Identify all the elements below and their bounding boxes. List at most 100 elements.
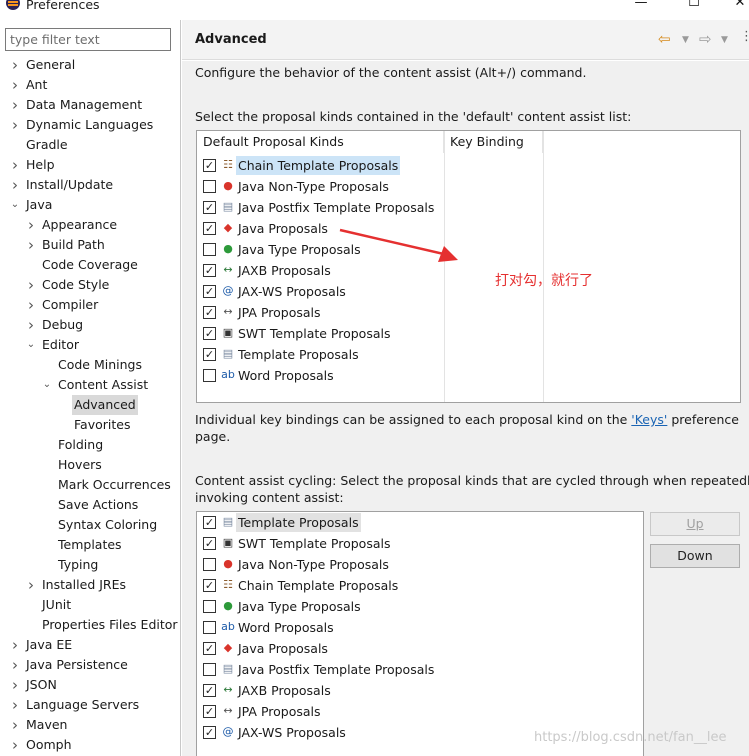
unchecked-checkbox[interactable] [203, 243, 216, 256]
proposal-row[interactable]: ● Java Non-Type Proposals [197, 176, 442, 197]
tree-item-dynamic-languages[interactable]: › Dynamic Languages [0, 115, 181, 135]
proposal-row[interactable]: ✓ ▤ Java Postfix Template Proposals [197, 197, 442, 218]
unchecked-checkbox[interactable] [203, 621, 216, 634]
tree-item-ant[interactable]: › Ant [0, 75, 181, 95]
maximize-button[interactable]: ☐ [684, 0, 704, 12]
keys-link[interactable]: 'Keys' [631, 412, 667, 427]
proposal-row[interactable]: ✓ ☷ Chain Template Proposals [197, 155, 442, 176]
tree-item-general[interactable]: › General [0, 55, 181, 75]
checked-checkbox[interactable]: ✓ [203, 684, 216, 697]
forward-dropdown-icon[interactable]: ▼ [721, 35, 728, 45]
checked-checkbox[interactable]: ✓ [203, 222, 216, 235]
collapsed-chevron-icon[interactable]: › [26, 275, 36, 295]
tree-item-code-style[interactable]: › Code Style [0, 275, 181, 295]
tree-item-installed-jres[interactable]: › Installed JREs [0, 575, 181, 595]
tree-item-save-actions[interactable]: Save Actions [0, 495, 181, 515]
tree-item-code-minings[interactable]: Code Minings [0, 355, 181, 375]
tree-item-content-assist[interactable]: ⌄ Content Assist [0, 375, 181, 395]
tree-item-hovers[interactable]: Hovers [0, 455, 181, 475]
collapsed-chevron-icon[interactable]: › [10, 655, 20, 675]
tree-item-editor[interactable]: ⌄ Editor [0, 335, 181, 355]
checked-checkbox[interactable]: ✓ [203, 159, 216, 172]
collapsed-chevron-icon[interactable]: › [10, 675, 20, 695]
proposal-row[interactable]: ab Word Proposals [197, 365, 442, 386]
checked-checkbox[interactable]: ✓ [203, 201, 216, 214]
filter-input[interactable] [5, 28, 171, 51]
collapsed-chevron-icon[interactable]: › [10, 695, 20, 715]
collapsed-chevron-icon[interactable]: › [10, 155, 20, 175]
unchecked-checkbox[interactable] [203, 369, 216, 382]
tree-item-typing[interactable]: Typing [0, 555, 181, 575]
tree-item-advanced[interactable]: Advanced [0, 395, 181, 415]
tree-item-gradle[interactable]: Gradle [0, 135, 181, 155]
proposal-row[interactable]: ✓ ◆ Java Proposals [197, 638, 442, 659]
unchecked-checkbox[interactable] [203, 558, 216, 571]
checked-checkbox[interactable]: ✓ [203, 579, 216, 592]
proposal-row[interactable]: ✓ ↔ JPA Proposals [197, 302, 442, 323]
collapsed-chevron-icon[interactable]: › [10, 715, 20, 735]
expanded-chevron-icon[interactable]: ⌄ [10, 195, 20, 215]
tree-item-json[interactable]: › JSON [0, 675, 181, 695]
proposal-row[interactable]: ● Java Non-Type Proposals [197, 554, 442, 575]
tree-item-oomph[interactable]: › Oomph [0, 735, 181, 755]
proposal-row[interactable]: ✓ ▤ Template Proposals [197, 512, 442, 533]
collapsed-chevron-icon[interactable]: › [10, 175, 20, 195]
expanded-chevron-icon[interactable]: ⌄ [42, 375, 52, 395]
collapsed-chevron-icon[interactable]: › [10, 55, 20, 75]
down-button[interactable]: Down [650, 544, 740, 568]
proposal-row[interactable]: ▤ Java Postfix Template Proposals [197, 659, 442, 680]
unchecked-checkbox[interactable] [203, 180, 216, 193]
unchecked-checkbox[interactable] [203, 600, 216, 613]
checked-checkbox[interactable]: ✓ [203, 705, 216, 718]
checked-checkbox[interactable]: ✓ [203, 537, 216, 550]
expanded-chevron-icon[interactable]: ⌄ [26, 335, 36, 355]
checked-checkbox[interactable]: ✓ [203, 306, 216, 319]
checked-checkbox[interactable]: ✓ [203, 516, 216, 529]
proposal-row[interactable]: ab Word Proposals [197, 617, 442, 638]
proposal-row[interactable]: ● Java Type Proposals [197, 596, 442, 617]
tree-item-mark-occurrences[interactable]: Mark Occurrences [0, 475, 181, 495]
proposal-row[interactable]: ✓ ▤ Template Proposals [197, 344, 442, 365]
view-menu-icon[interactable]: ⋮ [740, 29, 749, 44]
proposal-row[interactable]: ✓ ↔ JAXB Proposals [197, 680, 442, 701]
tree-item-junit[interactable]: JUnit [0, 595, 181, 615]
close-button[interactable]: ✕ [730, 0, 749, 12]
collapsed-chevron-icon[interactable]: › [10, 635, 20, 655]
tree-item-language-servers[interactable]: › Language Servers [0, 695, 181, 715]
tree-item-debug[interactable]: › Debug [0, 315, 181, 335]
tree-item-code-coverage[interactable]: Code Coverage [0, 255, 181, 275]
checked-checkbox[interactable]: ✓ [203, 264, 216, 277]
back-dropdown-icon[interactable]: ▼ [682, 35, 689, 45]
column-header-binding[interactable]: Key Binding [444, 131, 543, 153]
collapsed-chevron-icon[interactable]: › [10, 735, 20, 755]
tree-item-maven[interactable]: › Maven [0, 715, 181, 735]
collapsed-chevron-icon[interactable]: › [26, 295, 36, 315]
tree-item-properties-files-editor[interactable]: Properties Files Editor [0, 615, 181, 635]
checked-checkbox[interactable]: ✓ [203, 327, 216, 340]
proposal-row[interactable]: ✓ @ JAX-WS Proposals [197, 722, 442, 743]
tree-item-build-path[interactable]: › Build Path [0, 235, 181, 255]
tree-item-appearance[interactable]: › Appearance [0, 215, 181, 235]
collapsed-chevron-icon[interactable]: › [26, 215, 36, 235]
tree-item-install-update[interactable]: › Install/Update [0, 175, 181, 195]
proposal-row[interactable]: ✓ ☷ Chain Template Proposals [197, 575, 442, 596]
collapsed-chevron-icon[interactable]: › [26, 575, 36, 595]
checked-checkbox[interactable]: ✓ [203, 348, 216, 361]
forward-arrow-icon[interactable]: ⇨ [699, 30, 712, 48]
collapsed-chevron-icon[interactable]: › [26, 315, 36, 335]
proposal-row[interactable]: ✓ ↔ JPA Proposals [197, 701, 442, 722]
collapsed-chevron-icon[interactable]: › [26, 235, 36, 255]
tree-item-java-ee[interactable]: › Java EE [0, 635, 181, 655]
unchecked-checkbox[interactable] [203, 663, 216, 676]
tree-item-java-persistence[interactable]: › Java Persistence [0, 655, 181, 675]
back-arrow-icon[interactable]: ⇦ [658, 30, 671, 48]
tree-item-help[interactable]: › Help [0, 155, 181, 175]
tree-item-favorites[interactable]: Favorites [0, 415, 181, 435]
checked-checkbox[interactable]: ✓ [203, 642, 216, 655]
proposal-row[interactable]: ✓ @ JAX-WS Proposals [197, 281, 442, 302]
tree-item-java[interactable]: ⌄ Java [0, 195, 181, 215]
proposal-row[interactable]: ✓ ▣ SWT Template Proposals [197, 323, 442, 344]
tree-item-folding[interactable]: Folding [0, 435, 181, 455]
checked-checkbox[interactable]: ✓ [203, 285, 216, 298]
tree-item-templates[interactable]: Templates [0, 535, 181, 555]
